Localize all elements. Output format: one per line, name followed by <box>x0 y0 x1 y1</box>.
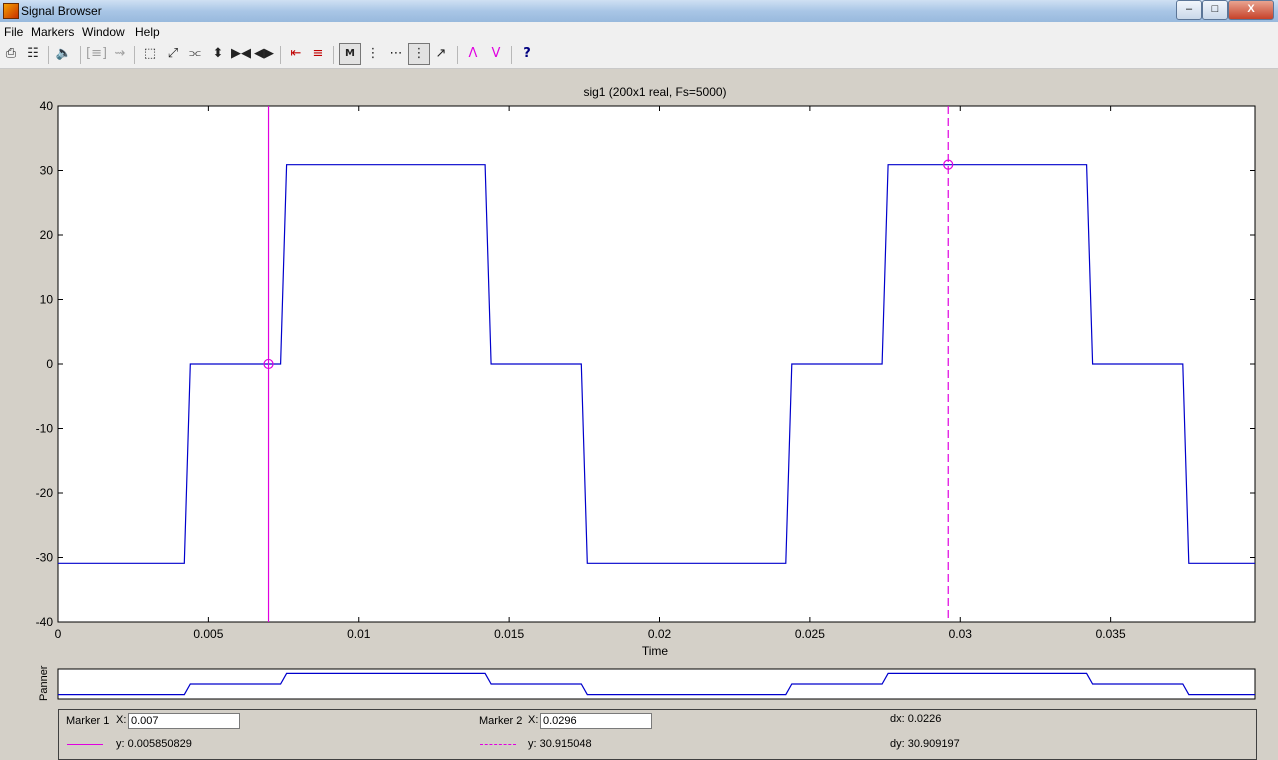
x-tick-label: 0.015 <box>494 627 524 641</box>
y-tick-label: -30 <box>36 551 54 565</box>
mouse-zoom-icon[interactable]: ⬚ <box>140 44 160 64</box>
marker2-x-label: X: <box>528 714 539 726</box>
slope-markers-icon[interactable]: ⋮ <box>408 43 430 65</box>
matlab-app-icon <box>3 3 19 19</box>
toolbar-separator <box>280 46 281 64</box>
print-preview-icon[interactable]: ☷ <box>23 44 43 64</box>
y-tick-label: 0 <box>46 357 53 371</box>
toolbar-separator <box>80 46 81 64</box>
vertical-markers-icon[interactable]: M <box>339 43 361 65</box>
marker1-y-value: y: 0.005850829 <box>116 738 192 750</box>
zoom-out-y-icon[interactable]: ▶◀ <box>231 44 251 64</box>
zoom-out-x-icon[interactable]: ⫗ <box>185 44 205 64</box>
marker2-x-input[interactable] <box>540 713 652 729</box>
markers-panel: Marker 1 X: y: 0.005850829 Marker 2 X: y… <box>58 709 1257 760</box>
whats-this-icon[interactable]: ? <box>517 44 537 64</box>
title-bar: Signal Browser – □ X <box>0 0 1278 23</box>
plot-area: sig1 (200x1 real, Fs=5000) 40 30 20 10 0 -10 -… <box>36 85 1256 701</box>
peaks-marker-icon[interactable]: Λ <box>463 44 483 64</box>
marker2-y-value: y: 30.915048 <box>528 738 592 750</box>
toolbar-separator <box>333 46 334 64</box>
select-icon[interactable]: ⇝ <box>110 44 130 64</box>
y-tick-label: 30 <box>40 164 54 178</box>
horizontal-markers-icon[interactable]: ⋮ <box>363 44 383 64</box>
marker1-x-input[interactable] <box>128 713 240 729</box>
x-tick-label: 0.03 <box>949 627 973 641</box>
toolbar-separator <box>134 46 135 64</box>
minimize-button[interactable]: – <box>1176 0 1202 20</box>
y-tick-label: 40 <box>40 99 54 113</box>
x-tick-label: 0 <box>55 627 62 641</box>
maximize-button[interactable]: □ <box>1202 0 1228 20</box>
close-button[interactable]: X <box>1228 0 1274 20</box>
menu-markers[interactable]: Markers <box>31 25 74 39</box>
toolbar: ⎙ ☷ 🔈 [≡] ⇝ ⬚ ⤢ ⫗ ⬍ ▶◀ ◀▶ ⇤ ≡ M ⋮ ⋯ ⋮ ↗ … <box>0 41 1278 69</box>
toolbar-separator <box>511 46 512 64</box>
track-markers-icon[interactable]: ⋯ <box>386 44 406 64</box>
marker2-label: Marker 2 <box>479 715 523 727</box>
delta-y: dy: 30.909197 <box>890 738 960 750</box>
plot-title: sig1 (200x1 real, Fs=5000) <box>583 85 726 99</box>
menu-window[interactable]: Window <box>82 25 125 39</box>
menu-file[interactable]: File <box>4 25 23 39</box>
menu-help[interactable]: Help <box>135 25 160 39</box>
zoom-in-y-icon[interactable]: ⬍ <box>208 44 228 64</box>
toolbar-separator <box>457 46 458 64</box>
play-sound-icon[interactable]: 🔈 <box>54 44 74 64</box>
marker1-x-label: X: <box>116 714 127 726</box>
x-tick-label: 0.005 <box>193 627 223 641</box>
window-title: Signal Browser <box>21 4 102 18</box>
x-axis-label: Time <box>642 644 669 658</box>
y-tick-label: 10 <box>40 293 54 307</box>
y-tick-label: -10 <box>36 422 54 436</box>
x-tick-label: 0.02 <box>648 627 672 641</box>
x-tick-label: 0.01 <box>347 627 371 641</box>
valleys-icon[interactable]: V <box>486 44 506 64</box>
x-tick-label: 0.025 <box>795 627 825 641</box>
zoom-in-x-icon[interactable]: ⤢ <box>163 44 183 64</box>
zoom-selected-icon[interactable]: ⇤ <box>286 44 306 64</box>
markers-toggle-icon[interactable]: ≡ <box>308 44 328 64</box>
y-tick-label: -40 <box>36 615 54 629</box>
marker1-label: Marker 1 <box>66 715 110 727</box>
peaks-icon[interactable]: ↗ <box>431 44 451 64</box>
zoom-full-view-icon[interactable]: ◀▶ <box>254 44 274 64</box>
print-icon[interactable]: ⎙ <box>1 44 21 64</box>
y-tick-label: -20 <box>36 486 54 500</box>
toolbar-separator <box>48 46 49 64</box>
x-tick-label: 0.035 <box>1096 627 1126 641</box>
array-signals-icon[interactable]: [≡] <box>86 44 107 64</box>
delta-x: dx: 0.0226 <box>890 713 942 725</box>
marker2-line-swatch <box>480 744 516 745</box>
marker1-line-swatch <box>67 744 103 745</box>
menu-bar: File Markers Window Help <box>0 22 1278 41</box>
panner-label: Panner <box>38 665 50 701</box>
y-tick-label: 20 <box>40 228 54 242</box>
